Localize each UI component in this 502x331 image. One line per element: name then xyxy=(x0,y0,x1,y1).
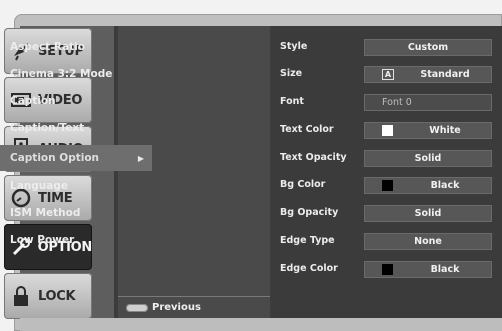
style-value[interactable]: Custom xyxy=(364,39,492,56)
setting-font: Font Font 0 xyxy=(272,89,502,115)
menu-item-label: Aspect Ratio xyxy=(10,41,85,53)
setting-label: Bg Color xyxy=(280,179,326,190)
setting-edge-type: Edge Type None xyxy=(272,228,502,254)
menu-item-low-power[interactable]: Low Power xyxy=(0,227,152,253)
padlock-icon xyxy=(10,285,32,307)
setting-size: Size A Standard xyxy=(272,61,502,87)
font-size-badge-icon: A xyxy=(382,69,394,80)
setting-label: Bg Opacity xyxy=(280,207,339,218)
osd-bottom-strip xyxy=(20,318,502,331)
text-color-value[interactable]: White xyxy=(364,122,492,139)
menu-item-ism-method[interactable]: ISM Method xyxy=(0,200,152,226)
font-value[interactable]: Font 0 xyxy=(364,94,492,111)
menu-item-cinema-mode[interactable]: Cinema 3:2 Mode xyxy=(0,61,152,87)
setting-label: Size xyxy=(280,68,303,79)
tab-lock[interactable]: LOCK xyxy=(4,273,92,319)
previous-label: Previous xyxy=(152,302,201,313)
menu-item-label: ISM Method xyxy=(10,207,81,219)
menu-item-label: Caption xyxy=(10,95,56,107)
previous-button[interactable]: Previous xyxy=(118,296,270,318)
setting-text-color: Text Color White xyxy=(272,117,502,143)
text-opacity-value[interactable]: Solid xyxy=(364,150,492,167)
color-swatch xyxy=(382,180,393,191)
setting-style: Style Custom xyxy=(272,34,502,60)
chevron-right-icon: ▶ xyxy=(137,153,144,163)
setting-label: Font xyxy=(280,96,304,107)
setting-label: Edge Color xyxy=(280,263,338,274)
setting-label: Text Color xyxy=(280,124,334,135)
menu-item-label: Language xyxy=(10,180,68,192)
menu-item-caption-option[interactable]: Caption Option ▶ xyxy=(0,145,152,171)
setting-label: Text Opacity xyxy=(280,152,347,163)
size-value[interactable]: A Standard xyxy=(364,66,492,83)
size-value-text: Standard xyxy=(420,69,470,80)
setting-label: Edge Type xyxy=(280,235,335,246)
edge-color-value[interactable]: Black xyxy=(364,261,492,278)
bg-color-value-text: Black xyxy=(430,180,460,191)
menu-item-aspect-ratio[interactable]: Aspect Ratio xyxy=(0,34,152,60)
text-color-value-text: White xyxy=(429,125,461,136)
menu-item-label: Cinema 3:2 Mode xyxy=(10,68,113,80)
menu-item-label: Caption Option xyxy=(10,152,100,164)
edge-color-value-text: Black xyxy=(430,264,460,275)
setting-bg-opacity: Bg Opacity Solid xyxy=(272,200,502,226)
menu-item-language[interactable]: Language xyxy=(0,173,152,199)
setting-bg-color: Bg Color Black xyxy=(272,172,502,198)
setting-text-opacity: Text Opacity Solid xyxy=(272,145,502,171)
menu-item-caption-text[interactable]: Caption/Text xyxy=(0,115,152,141)
menu-item-label: Caption/Text xyxy=(10,122,85,134)
color-swatch xyxy=(382,125,393,136)
menu-item-label: Low Power xyxy=(10,234,75,246)
bg-opacity-value[interactable]: Solid xyxy=(364,205,492,222)
tab-lock-label: LOCK xyxy=(38,288,76,304)
color-swatch xyxy=(382,264,393,275)
remote-button-icon xyxy=(126,303,148,312)
setting-edge-color: Edge Color Black xyxy=(272,256,502,282)
menu-item-caption[interactable]: Caption xyxy=(0,88,152,114)
bg-color-value[interactable]: Black xyxy=(364,177,492,194)
edge-type-value[interactable]: None xyxy=(364,233,492,250)
setting-label: Style xyxy=(280,41,308,52)
